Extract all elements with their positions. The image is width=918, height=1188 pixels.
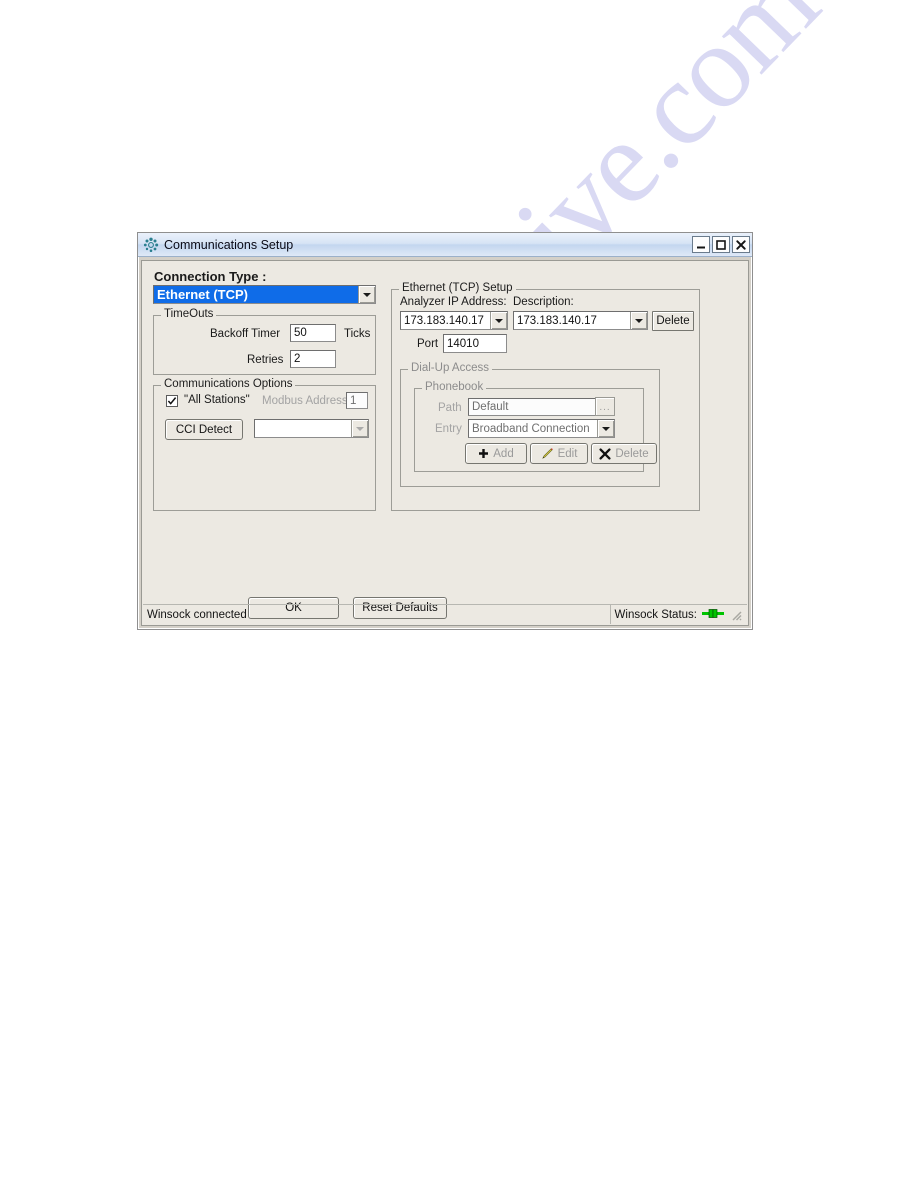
connection-type-combo[interactable]: Ethernet (TCP): [153, 285, 376, 304]
phonebook-entry-value: Broadband Connection: [472, 422, 590, 435]
window-title: Communications Setup: [164, 237, 294, 252]
analyzer-ip-combo[interactable]: 173.183.140.17: [400, 311, 508, 330]
port-label: Port: [417, 338, 439, 350]
communications-options-group: Communications Options "All Stations" Mo…: [153, 378, 376, 511]
retries-input[interactable]: 2: [290, 350, 336, 368]
chevron-down-icon[interactable]: [358, 286, 375, 303]
description-label: Description:: [513, 296, 574, 308]
all-stations-checkbox[interactable]: [166, 395, 178, 407]
status-message: Winsock connected: [143, 605, 611, 624]
chevron-down-icon[interactable]: [490, 312, 507, 329]
communications-setup-dialog: Communications Setup Connection Type : E…: [137, 232, 753, 630]
chevron-down-icon[interactable]: [630, 312, 647, 329]
all-stations-label: "All Stations": [184, 394, 250, 406]
ethernet-setup-legend: Ethernet (TCP) Setup: [399, 282, 516, 294]
communications-options-legend: Communications Options: [161, 378, 296, 390]
description-value: 173.183.140.17: [517, 314, 597, 327]
port-input[interactable]: 14010: [443, 334, 507, 353]
backoff-timer-input[interactable]: 50: [290, 324, 336, 342]
retries-label: Retries: [247, 354, 284, 366]
timeouts-group: TimeOuts Backoff Timer 50 Ticks Retries …: [153, 308, 376, 375]
chevron-down-icon[interactable]: [351, 420, 368, 437]
phonebook-delete-button[interactable]: Delete: [591, 443, 657, 464]
cci-detect-combo[interactable]: [254, 419, 369, 438]
dialog-client-area: Connection Type : Ethernet (TCP) TimeOut…: [141, 260, 749, 626]
dialup-access-legend: Dial-Up Access: [408, 362, 492, 374]
window-titlebar[interactable]: Communications Setup: [138, 233, 752, 257]
ethernet-setup-group: Ethernet (TCP) Setup Analyzer IP Address…: [391, 282, 700, 511]
phonebook-add-button[interactable]: Add: [465, 443, 527, 464]
minimize-button[interactable]: [692, 236, 710, 253]
x-icon: [599, 447, 611, 460]
phonebook-add-label: Add: [493, 447, 514, 460]
modbus-address-input[interactable]: 1: [346, 392, 368, 409]
winsock-status: Winsock Status:: [611, 608, 747, 622]
phonebook-group: Phonebook Path Default ... Entry Broadba…: [414, 381, 657, 472]
connection-type-label: Connection Type :: [154, 269, 267, 284]
backoff-timer-label: Backoff Timer: [210, 328, 281, 340]
window-controls: [692, 236, 750, 253]
dialup-access-group: Dial-Up Access Phonebook Path Default ..…: [400, 362, 660, 487]
green-connector-icon: [702, 608, 724, 622]
phonebook-entry-label: Entry: [435, 423, 462, 435]
phonebook-delete-label: Delete: [615, 447, 649, 460]
phonebook-edit-button[interactable]: Edit: [530, 443, 588, 464]
maximize-button[interactable]: [712, 236, 730, 253]
status-bar: Winsock connected Winsock Status:: [143, 604, 747, 624]
backoff-timer-units: Ticks: [344, 328, 371, 340]
phonebook-browse-button[interactable]: ...: [595, 397, 615, 416]
cci-detect-combo-value: [255, 420, 351, 437]
settings-spinner-icon: [143, 237, 159, 253]
phonebook-legend: Phonebook: [422, 381, 487, 393]
description-combo[interactable]: 173.183.140.17: [513, 311, 648, 330]
analyzer-ip-label: Analyzer IP Address:: [400, 296, 507, 308]
pencil-icon: [541, 448, 553, 459]
analyzer-ip-value: 173.183.140.17: [404, 314, 484, 327]
phonebook-path-input[interactable]: Default: [468, 398, 600, 416]
phonebook-edit-label: Edit: [557, 447, 578, 460]
delete-ip-button[interactable]: Delete: [652, 311, 694, 331]
close-button[interactable]: [732, 236, 750, 253]
phonebook-entry-combo[interactable]: Broadband Connection: [468, 419, 615, 438]
resize-grip-icon[interactable]: [729, 608, 743, 622]
cci-detect-button[interactable]: CCI Detect: [165, 419, 243, 440]
winsock-status-label: Winsock Status:: [614, 608, 697, 621]
connection-type-value: Ethernet (TCP): [154, 286, 358, 303]
phonebook-path-label: Path: [438, 402, 462, 414]
modbus-address-label: Modbus Address: [262, 395, 348, 407]
plus-icon: [479, 449, 489, 458]
timeouts-legend: TimeOuts: [161, 308, 217, 320]
chevron-down-icon[interactable]: [597, 420, 614, 437]
